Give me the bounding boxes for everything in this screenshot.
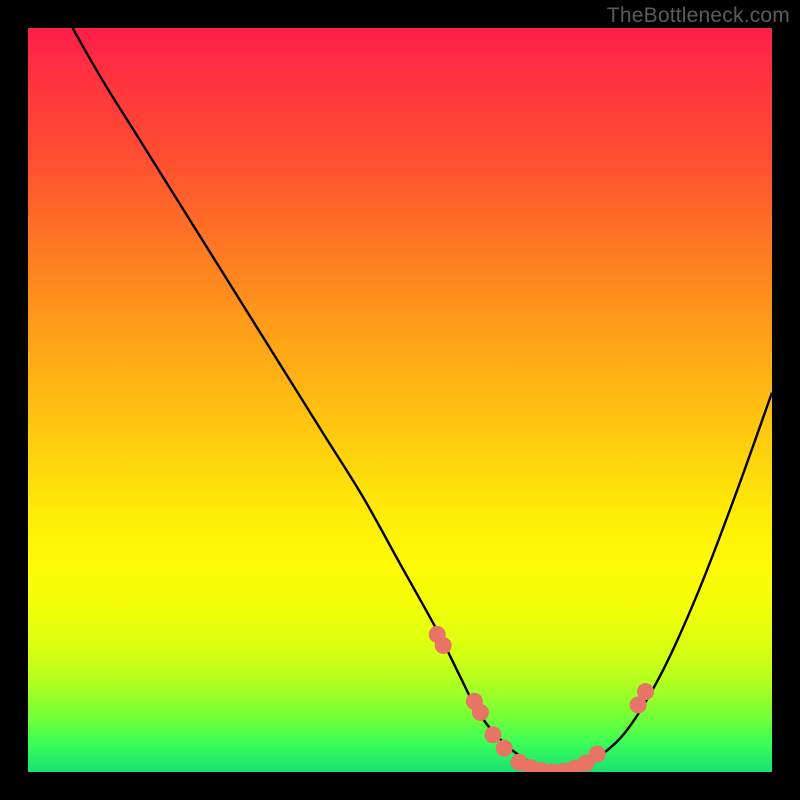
bottleneck-curve xyxy=(73,28,772,772)
curve-marker xyxy=(637,683,654,700)
curve-path xyxy=(73,28,772,772)
watermark-text: TheBottleneck.com xyxy=(607,4,790,28)
curve-layer xyxy=(28,28,772,772)
curve-marker xyxy=(485,726,502,743)
curve-marker xyxy=(589,746,606,763)
curve-marker xyxy=(472,704,489,721)
curve-markers xyxy=(429,626,654,772)
curve-marker xyxy=(496,740,513,757)
curve-marker xyxy=(435,637,452,654)
chart-frame: TheBottleneck.com xyxy=(0,0,800,800)
plot-area xyxy=(28,28,772,772)
